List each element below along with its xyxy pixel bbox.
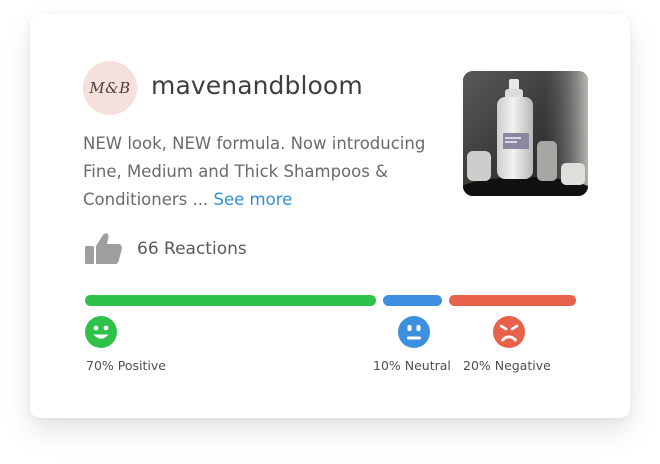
see-more-link[interactable]: See more [214,190,293,209]
post-card: M&B mavenandbloom NEW look, NEW formula.… [30,14,630,418]
post-text: NEW look, NEW formula. Now introducing F… [83,130,453,214]
negative-bar [449,295,576,306]
positive-label: 70% Positive [86,358,166,373]
reactions-summary[interactable]: 66 Reactions [83,232,247,266]
neutral-label: 10% Neutral [373,358,451,373]
positive-bar [85,295,376,306]
username[interactable]: mavenandbloom [151,71,363,100]
negative-label: 20% Negative [463,358,551,373]
thumbs-up-icon [85,233,122,264]
neutral-emoji-icon [398,316,430,348]
product-photo-icon [463,71,588,196]
page: M&B mavenandbloom NEW look, NEW formula.… [0,0,660,464]
avatar[interactable]: M&B [83,61,137,115]
product-thumbnail[interactable] [463,71,588,196]
negative-emoji-icon [493,316,525,348]
positive-emoji-icon [85,316,117,348]
neutral-bar [383,295,442,306]
reactions-count: 66 Reactions [137,239,247,259]
